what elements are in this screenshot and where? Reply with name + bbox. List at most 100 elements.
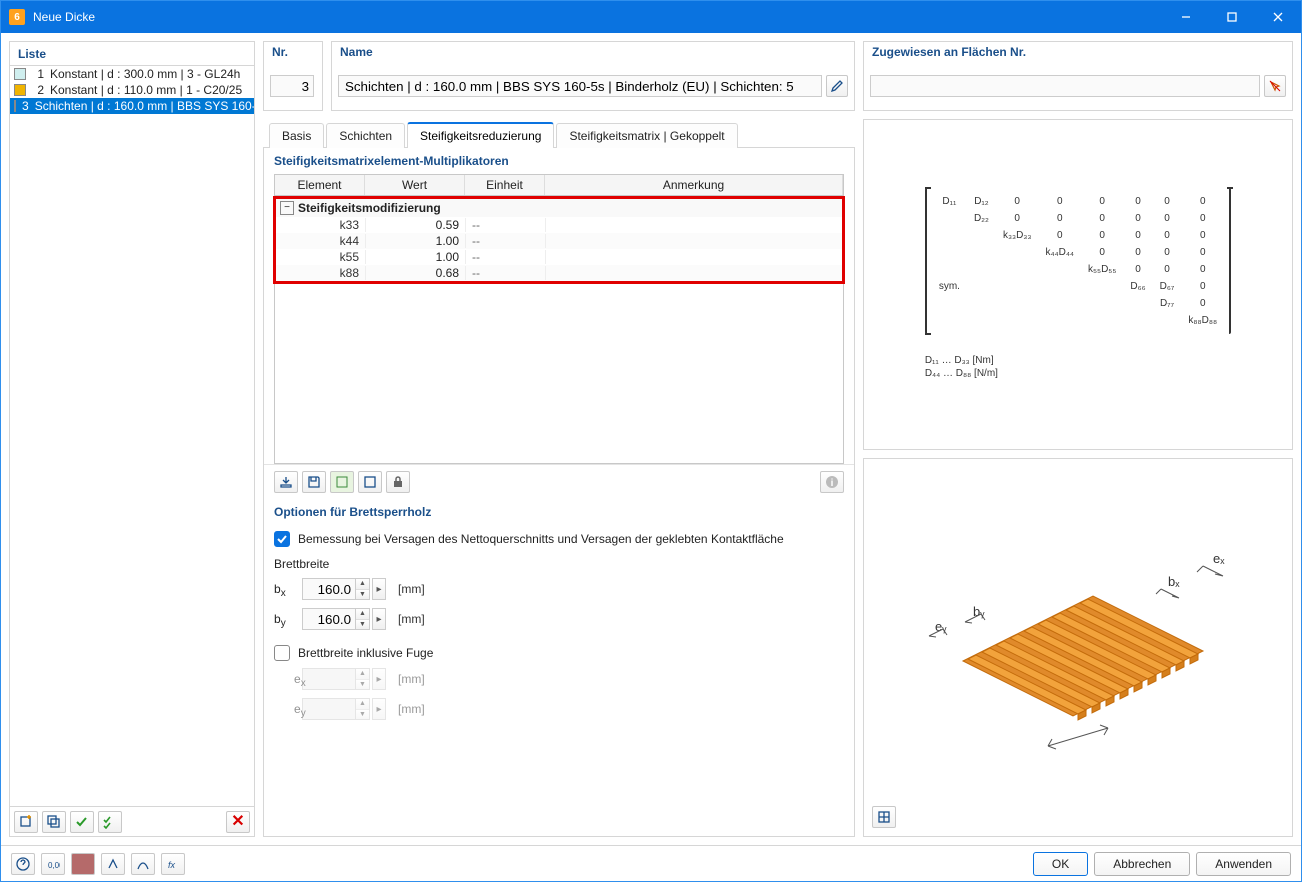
window-title: Neue Dicke [33, 10, 1163, 24]
illustration-panel: eₓ bₓ eᵧ bᵧ [863, 458, 1293, 837]
delete-item-button[interactable]: ✕ [226, 811, 250, 833]
by-input[interactable] [302, 608, 356, 630]
svg-text:0,00: 0,00 [48, 861, 60, 870]
view-mode-button[interactable] [872, 806, 896, 828]
tool-button-1[interactable] [101, 853, 125, 875]
col-note: Anmerkung [545, 175, 843, 195]
tab-basis[interactable]: Basis [269, 123, 324, 148]
options-section-title: Optionen für Brettsperrholz [264, 499, 854, 525]
matrix-note-1: D₁₁ … D₃₃ [Nm] [925, 355, 1231, 366]
option-net-section-check[interactable]: Bemessung bei Versagen des Nettoquerschn… [274, 531, 844, 547]
option-fuge-check[interactable]: Brettbreite inklusive Fuge [274, 645, 844, 661]
app-icon: 6 [9, 9, 25, 25]
stiffness-row-element: k88 [276, 266, 366, 280]
bx-label: bx [274, 582, 296, 596]
nr-field-box: Nr. [263, 41, 323, 111]
color-swatch [14, 84, 26, 96]
tab-steifigkeitsreduzierung[interactable]: Steifigkeitsreduzierung [407, 122, 554, 148]
new-item-button[interactable] [14, 811, 38, 833]
option-label: Brettbreite inklusive Fuge [298, 646, 433, 660]
bx-step-button[interactable]: ▸ [372, 578, 386, 600]
name-input[interactable] [338, 75, 822, 97]
stiffness-row-value[interactable]: 0.68 [366, 266, 466, 280]
color-button[interactable] [71, 853, 95, 875]
name-label: Name [332, 42, 854, 62]
ex-input [302, 668, 356, 690]
titlebar: 6 Neue Dicke [1, 1, 1301, 33]
by-spinner[interactable]: ▲▼ [356, 608, 370, 630]
apply-button[interactable]: Anwenden [1196, 852, 1291, 876]
fx-button[interactable]: fx [161, 853, 185, 875]
col-unit: Einheit [465, 175, 545, 195]
nr-input[interactable] [270, 75, 314, 97]
dialog-body: Liste 1 Konstant | d : 300.0 mm | 3 - GL… [1, 33, 1301, 881]
units-button[interactable]: 0,00 [41, 853, 65, 875]
stiffness-row[interactable]: k88 0.68 -- [276, 265, 842, 281]
list-item[interactable]: 1 Konstant | d : 300.0 mm | 3 - GL24h [10, 66, 254, 82]
list-item[interactable]: 2 Konstant | d : 110.0 mm | 1 - C20/25 [10, 82, 254, 98]
list-item-label: Konstant | d : 300.0 mm | 3 - GL24h [50, 67, 240, 81]
cancel-button[interactable]: Abbrechen [1094, 852, 1190, 876]
dialog-window: 6 Neue Dicke Liste 1 Konstant | d : 300.… [0, 0, 1302, 882]
check-button[interactable] [70, 811, 94, 833]
tab-schichten[interactable]: Schichten [326, 123, 405, 148]
check-all-button[interactable] [98, 811, 122, 833]
thickness-list: 1 Konstant | d : 300.0 mm | 3 - GL24h 2 … [10, 66, 254, 806]
color-swatch [14, 100, 16, 112]
stiffness-row-unit: -- [466, 266, 546, 280]
ex-label: ex [274, 672, 296, 686]
ey-step-button: ▸ [372, 698, 386, 720]
stiffness-row-value[interactable]: 1.00 [366, 250, 466, 264]
stiffness-row-value[interactable]: 1.00 [366, 234, 466, 248]
ey-label: ey [274, 702, 296, 716]
edit-name-button[interactable] [826, 75, 848, 97]
list-item[interactable]: 3 Schichten | d : 160.0 mm | BBS SYS 160… [10, 98, 254, 114]
highlight-box: − Steifigkeitsmodifizierung k33 0.59 -- [273, 196, 845, 284]
by-step-button[interactable]: ▸ [372, 608, 386, 630]
stiffness-row[interactable]: k33 0.59 -- [276, 217, 842, 233]
clt-illustration: eₓ bₓ eᵧ bᵧ [913, 521, 1243, 774]
tab-steifigkeitsmatrix[interactable]: Steifigkeitsmatrix | Gekoppelt [556, 123, 737, 148]
ex-step-button: ▸ [372, 668, 386, 690]
bx-spinner[interactable]: ▲▼ [356, 578, 370, 600]
brettbreite-label: Brettbreite [274, 557, 844, 571]
ok-button[interactable]: OK [1033, 852, 1088, 876]
svg-text:i: i [831, 478, 834, 489]
tool-button-2[interactable] [131, 853, 155, 875]
info-button[interactable]: i [820, 471, 844, 493]
pick-surfaces-button[interactable] [1264, 75, 1286, 97]
toggle-button-a[interactable] [330, 471, 354, 493]
col-value: Wert [365, 175, 465, 195]
assign-field-box: Zugewiesen an Flächen Nr. [863, 41, 1293, 111]
stiffness-row-unit: -- [466, 218, 546, 232]
stiffness-matrix-diagram: D₁₁D₁₂000000 D₂₂000000 k₃₃D₃₃00000 k₄₄D₄… [925, 188, 1231, 381]
assign-input[interactable] [870, 75, 1260, 97]
color-swatch [14, 68, 26, 80]
stiffness-table: Element Wert Einheit Anmerkung − [274, 174, 844, 464]
maximize-button[interactable] [1209, 1, 1255, 33]
toggle-button-b[interactable] [358, 471, 382, 493]
stiffness-row-element: k33 [276, 218, 366, 232]
stiffness-row-value[interactable]: 0.59 [366, 218, 466, 232]
list-item-number: 2 [32, 83, 44, 97]
ey-spinner: ▲▼ [356, 698, 370, 720]
copy-item-button[interactable] [42, 811, 66, 833]
close-button[interactable] [1255, 1, 1301, 33]
help-button[interactable] [11, 853, 35, 875]
stiffness-row[interactable]: k55 1.00 -- [276, 249, 842, 265]
tab-bar: Basis Schichten Steifigkeitsreduzierung … [263, 119, 855, 147]
stiffness-table-header: Element Wert Einheit Anmerkung [275, 175, 843, 196]
stiffness-group-row[interactable]: − Steifigkeitsmodifizierung [276, 199, 842, 217]
lock-button[interactable] [386, 471, 410, 493]
by-label: by [274, 612, 296, 626]
stiffness-row[interactable]: k44 1.00 -- [276, 233, 842, 249]
minimize-button[interactable] [1163, 1, 1209, 33]
save-button[interactable] [302, 471, 326, 493]
label-ex: eₓ [1213, 551, 1225, 566]
stiffness-row-element: k44 [276, 234, 366, 248]
col-element: Element [275, 175, 365, 195]
collapse-toggle-icon[interactable]: − [280, 201, 294, 215]
load-button[interactable] [274, 471, 298, 493]
ex-unit: [mm] [398, 672, 425, 686]
bx-input[interactable] [302, 578, 356, 600]
